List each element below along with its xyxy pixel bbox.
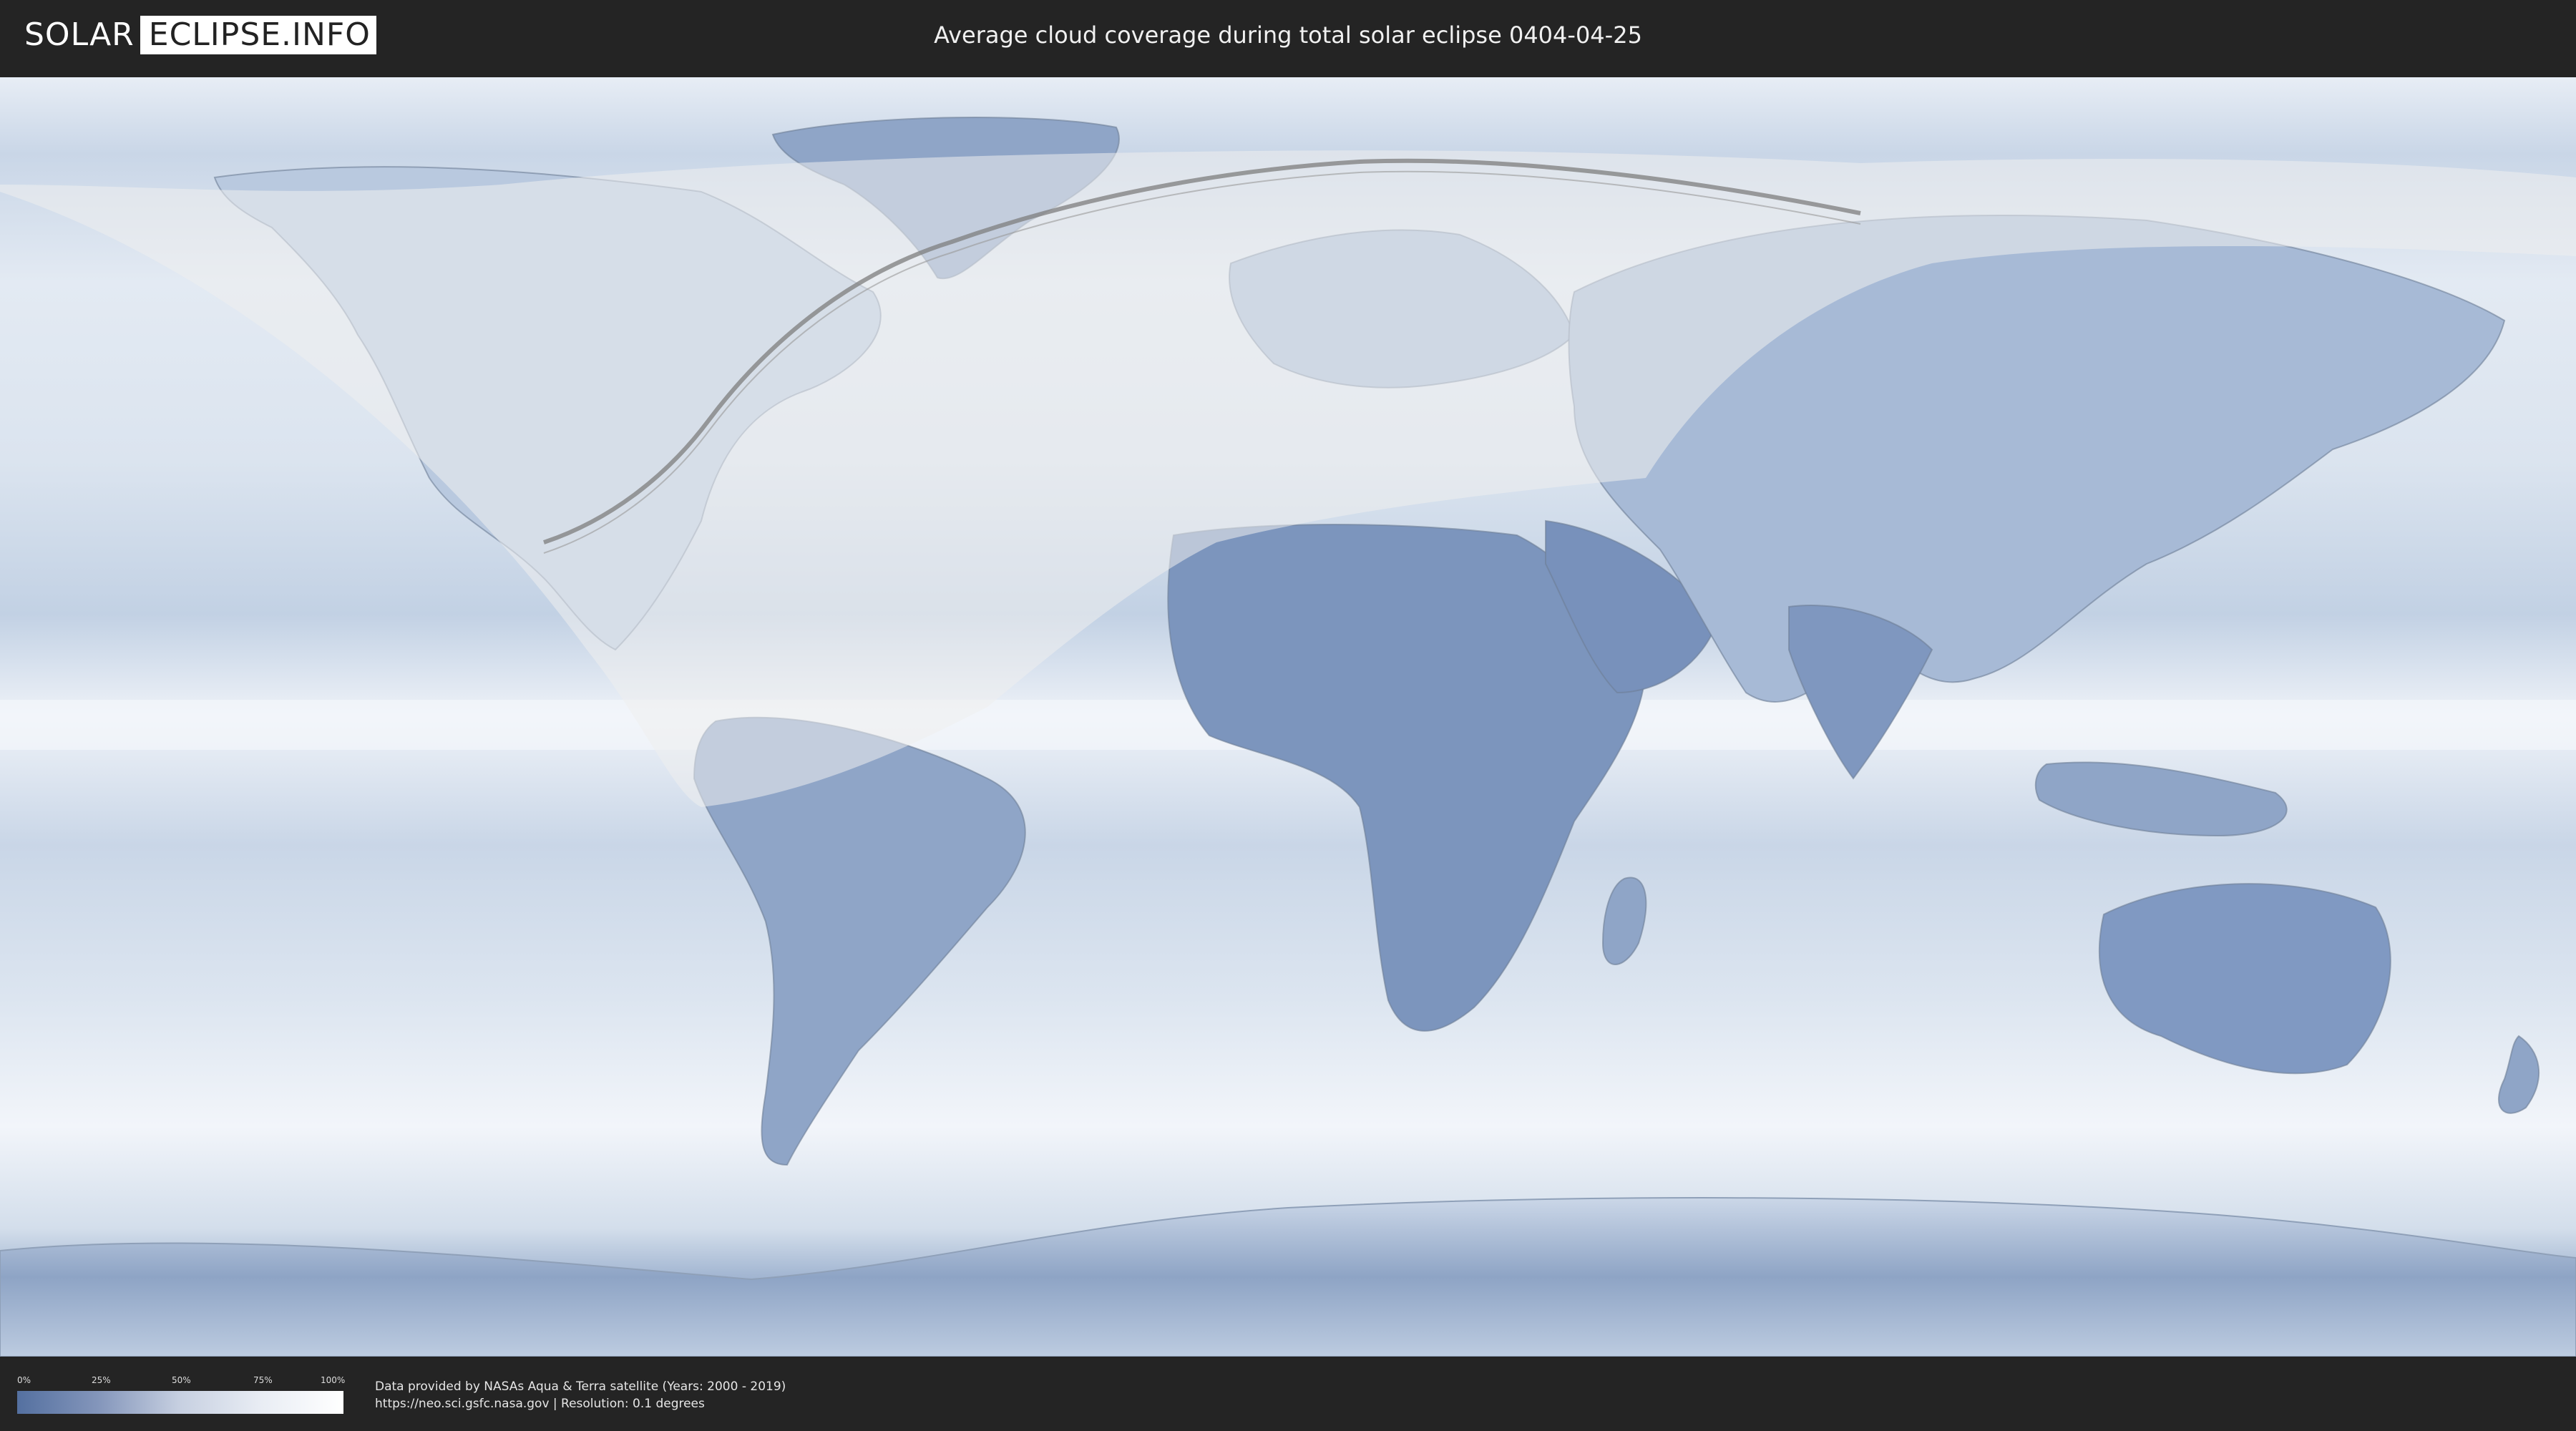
legend-ticks: 0% 25% 50% 75% 100% [17,1375,346,1387]
legend-tick-25: 25% [92,1375,111,1385]
legend-tick-0: 0% [17,1375,31,1385]
data-credits: Data provided by NASAs Aqua & Terra sate… [375,1378,786,1412]
header: SOLAR ECLIPSE.INFO Average cloud coverag… [0,0,2576,70]
cloud-coverage-map[interactable] [0,77,2576,1357]
cloud-coverage-legend: 0% 25% 50% 75% 100% [17,1375,346,1415]
legend-tick-50: 50% [172,1375,191,1385]
legend-tick-100: 100% [321,1375,346,1385]
map-svg [0,77,2576,1357]
page-title: Average cloud coverage during total sola… [934,21,1642,49]
legend-tick-75: 75% [253,1375,273,1385]
page: SOLAR ECLIPSE.INFO Average cloud coverag… [0,0,2576,1431]
credits-line-url[interactable]: https://neo.sci.gsfc.nasa.gov | Resoluti… [375,1395,786,1412]
legend-color-bar [17,1391,343,1414]
footer: 0% 25% 50% 75% 100% Data provided by NAS… [0,1359,2576,1431]
credits-line-source: Data provided by NASAs Aqua & Terra sate… [375,1379,786,1394]
